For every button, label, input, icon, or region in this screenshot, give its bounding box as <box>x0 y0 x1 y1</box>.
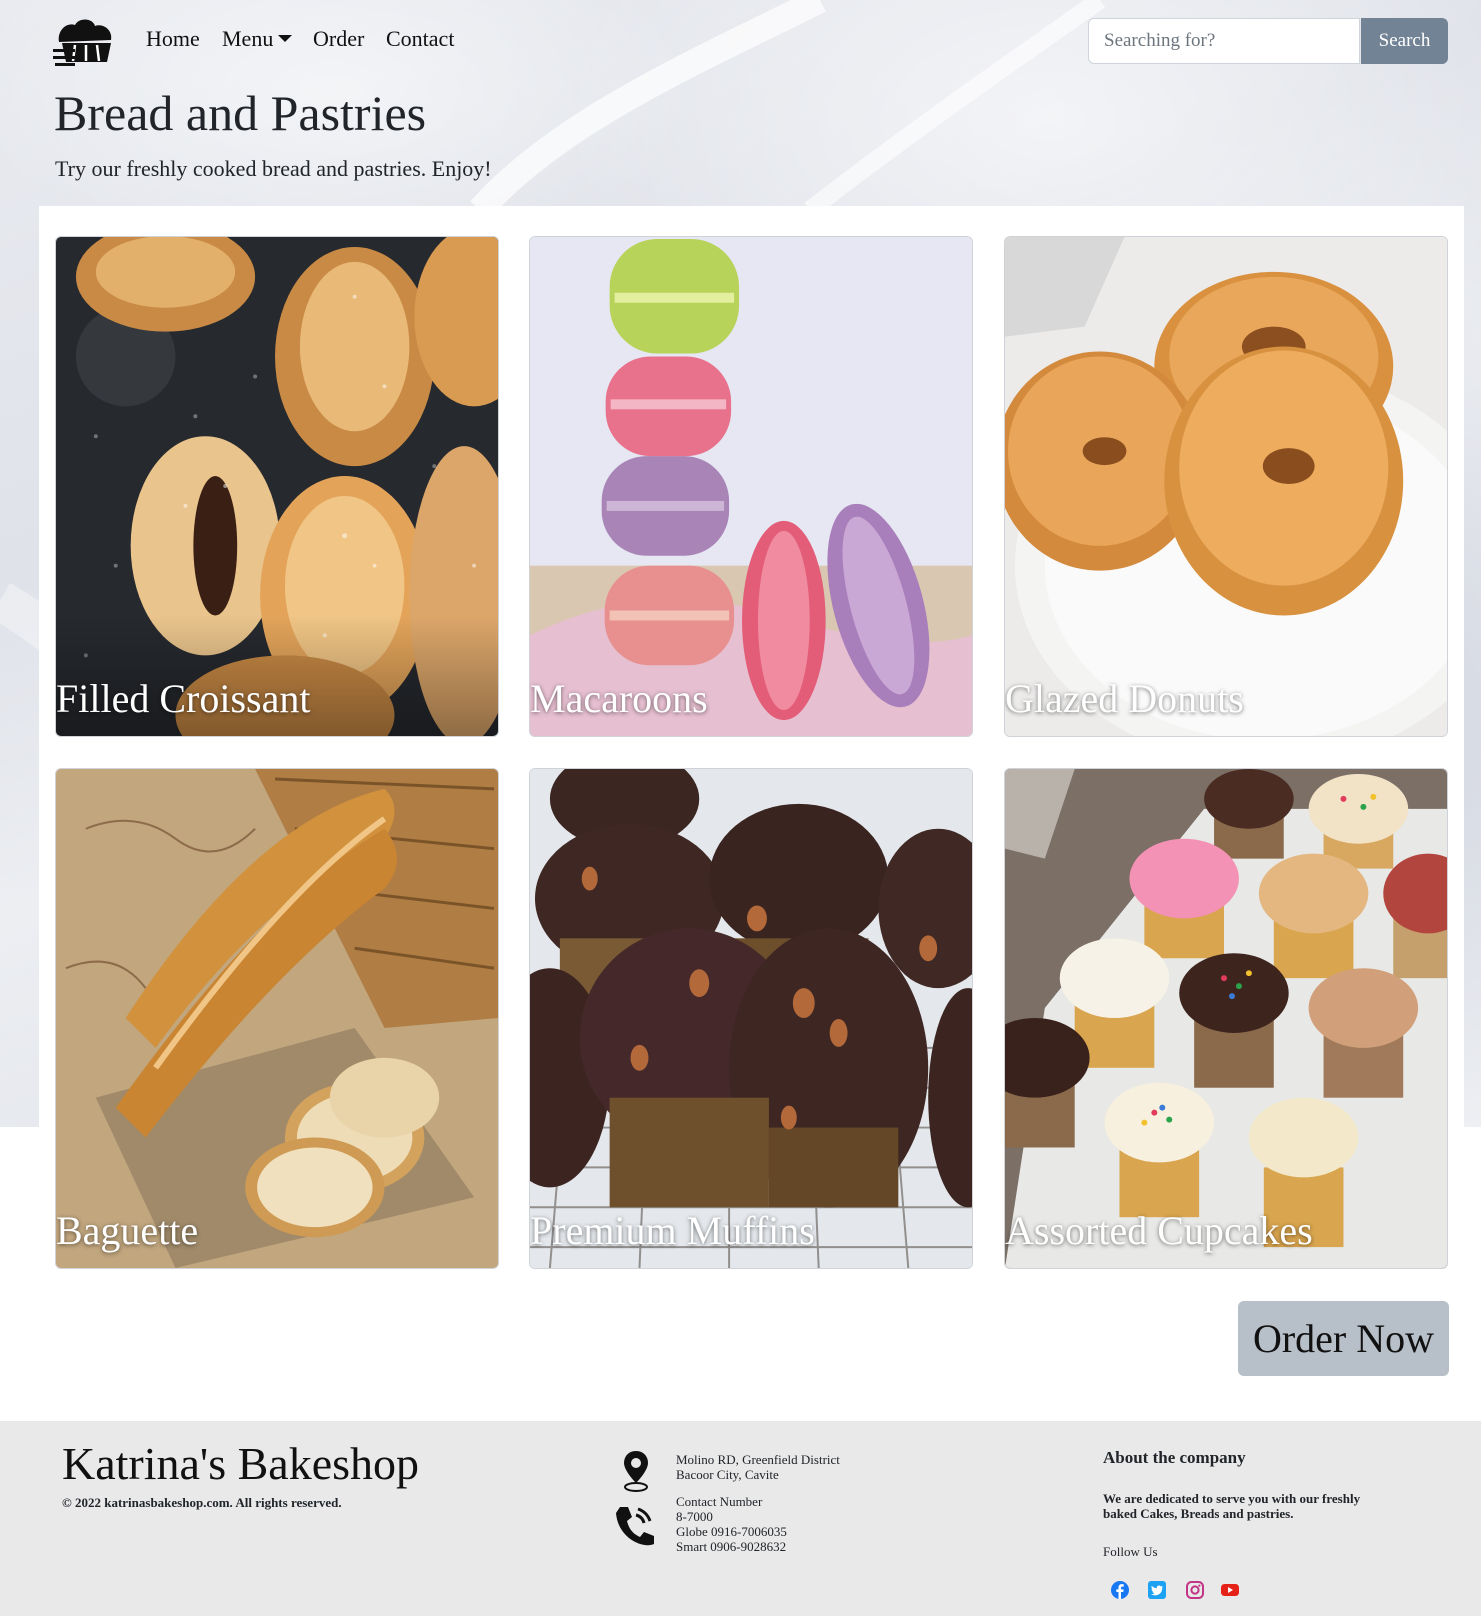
footer-brand: Katrina's Bakeshop <box>62 1438 420 1489</box>
phone-icon <box>616 1507 654 1546</box>
about-text: We are dedicated to serve you with our f… <box>1103 1491 1361 1521</box>
nav-home[interactable]: Home <box>146 26 200 52</box>
baguette-image <box>56 769 498 1268</box>
contact-number: 8-7000 <box>676 1509 713 1524</box>
instagram-icon[interactable] <box>1186 1581 1204 1599</box>
product-title: Glazed Donuts <box>1005 676 1244 721</box>
search-button[interactable]: Search <box>1361 18 1448 64</box>
address-line-2: Bacoor City, Cavite <box>676 1467 779 1482</box>
footer: Katrina's Bakeshop © 2022 katrinasbakesh… <box>0 1421 1481 1616</box>
product-card[interactable]: Glazed Donuts <box>1004 236 1448 737</box>
page-subtitle: Try our freshly cooked bread and pastrie… <box>55 156 492 181</box>
macaroons-image <box>530 237 972 736</box>
nav-menu-dropdown[interactable]: Menu <box>222 26 293 52</box>
follow-us-label: Follow Us <box>1103 1544 1158 1559</box>
caret-down-icon <box>278 35 293 42</box>
cupcakes-image <box>1005 769 1447 1268</box>
nav-contact[interactable]: Contact <box>386 26 454 52</box>
nav-order[interactable]: Order <box>313 26 364 52</box>
product-grid: Filled Croissant Macaroons Glazed Donuts… <box>39 206 1464 1421</box>
page-title: Bread and Pastries <box>54 85 427 141</box>
youtube-icon[interactable] <box>1221 1581 1239 1599</box>
location-pin-icon <box>624 1451 648 1492</box>
product-card[interactable]: Macaroons <box>529 236 973 737</box>
product-title: Macaroons <box>530 676 708 721</box>
copyright-icon: © <box>62 1495 72 1510</box>
product-card[interactable]: Filled Croissant <box>55 236 499 737</box>
product-card[interactable]: Premium Muffins <box>529 768 973 1269</box>
contact-number: Globe 0916-7006035 <box>676 1524 787 1539</box>
twitter-icon[interactable] <box>1148 1581 1166 1599</box>
copyright-text: © 2022 katrinasbakeshop.com. All rights … <box>62 1495 342 1511</box>
product-title: Premium Muffins <box>530 1208 815 1253</box>
address-line-1: Molino RD, Greenfield District <box>676 1452 840 1467</box>
contact-number: Smart 0906-9028632 <box>676 1539 787 1554</box>
product-title: Filled Croissant <box>56 676 311 721</box>
about-heading: About the company <box>1103 1448 1246 1467</box>
search-input[interactable] <box>1088 18 1360 64</box>
product-card[interactable]: Assorted Cupcakes <box>1004 768 1448 1269</box>
copyright-label: 2022 katrinasbakeshop.com. All rights re… <box>74 1495 342 1510</box>
muffins-image <box>530 769 972 1268</box>
order-now-button[interactable]: Order Now <box>1238 1301 1449 1376</box>
navbar: Home Menu Order Contact Search <box>0 0 1481 82</box>
donuts-image <box>1005 237 1447 736</box>
contact-numbers: Contact Number 8-7000 Globe 0916-7006035… <box>676 1494 787 1554</box>
croissant-image <box>56 237 498 736</box>
facebook-icon[interactable] <box>1111 1581 1129 1599</box>
address: Molino RD, Greenfield District Bacoor Ci… <box>676 1452 840 1482</box>
product-card[interactable]: Baguette <box>55 768 499 1269</box>
product-title: Assorted Cupcakes <box>1005 1208 1313 1253</box>
nav-menu-label: Menu <box>222 26 274 51</box>
contact-heading: Contact Number <box>676 1494 763 1509</box>
bakeshop-logo[interactable] <box>53 16 117 66</box>
product-title: Baguette <box>56 1208 199 1253</box>
